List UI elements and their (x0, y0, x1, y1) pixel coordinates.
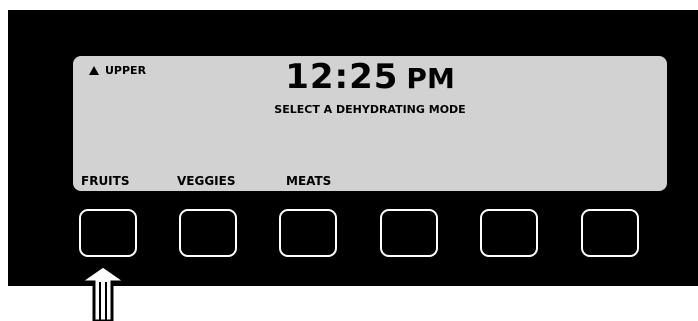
mode-label-veggies: VEGGIES (177, 174, 236, 188)
mode-label-meats: MEATS (286, 174, 332, 188)
softkey-4[interactable] (380, 209, 438, 257)
up-arrow-icon (79, 265, 127, 321)
clock-time: 12:25 (285, 57, 399, 97)
softkey-3[interactable] (279, 209, 337, 257)
clock: 12:25 PM (73, 60, 667, 94)
mode-prompt: SELECT A DEHYDRATING MODE (274, 103, 466, 116)
clock-ampm: PM (406, 62, 455, 95)
softkey-5[interactable] (480, 209, 538, 257)
softkey-6[interactable] (581, 209, 639, 257)
lcd-display: UPPER 12:25 PM SELECT A DEHYDRATING MODE … (73, 56, 667, 191)
softkey-1[interactable] (79, 209, 137, 257)
mode-label-fruits: FRUITS (81, 174, 130, 188)
softkey-2[interactable] (179, 209, 237, 257)
